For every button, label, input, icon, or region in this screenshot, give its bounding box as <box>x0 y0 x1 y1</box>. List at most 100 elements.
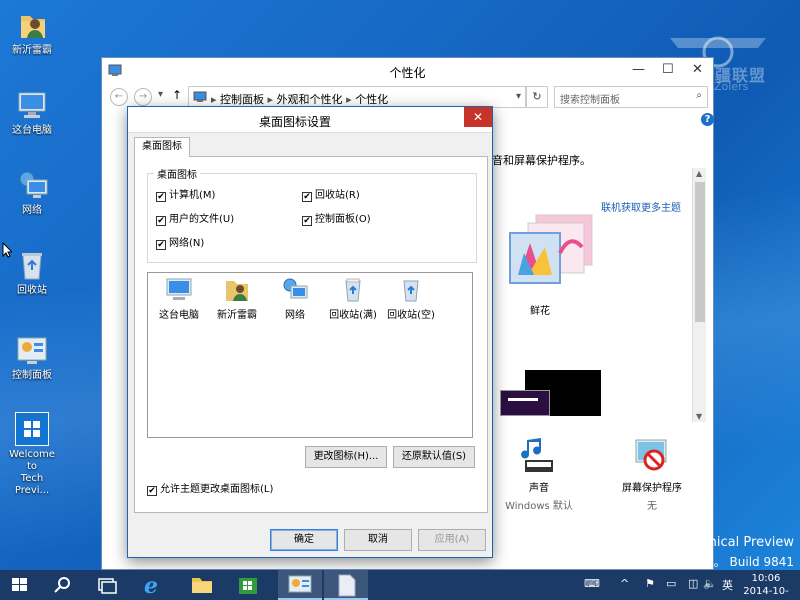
network-tray-icon[interactable]: ◫ <box>688 577 698 590</box>
change-icon-button[interactable]: 更改图标(H)... <box>305 446 387 468</box>
desktop-icon-control-panel[interactable]: 控制面板 <box>4 333 60 382</box>
theme-high-contrast[interactable] <box>490 368 610 418</box>
computer-icon <box>15 88 49 122</box>
flower-theme-thumbnail-icon <box>509 214 593 284</box>
breadcrumb: ▸ 控制面板 ▸ 外观和个性化 ▸ 个性化 <box>211 93 389 106</box>
back-arrow-icon[interactable]: ← <box>110 88 128 106</box>
desktop-icon-welcome[interactable]: Welcome to Tech Previ... <box>4 412 60 497</box>
breadcrumb-control-panel[interactable]: 控制面板 <box>220 93 264 106</box>
desktop-icon-this-pc[interactable]: 这台电脑 <box>4 88 60 137</box>
store-icon <box>239 578 257 594</box>
network-icon <box>15 168 49 202</box>
store-button[interactable] <box>228 570 268 600</box>
dialog-title-bar[interactable]: 桌面图标设置 ✕ <box>128 107 492 133</box>
scrollbar-thumb[interactable] <box>695 182 705 322</box>
tray-chevron-icon[interactable]: ^ <box>620 577 629 590</box>
checkbox-recycle-bin[interactable]: ✔ 回收站(R) <box>302 186 360 202</box>
list-item[interactable]: 回收站(满) <box>324 277 382 321</box>
minimize-icon[interactable]: — <box>632 62 645 77</box>
list-item[interactable]: 新沂雷霸 <box>208 277 266 321</box>
ok-button[interactable]: 确定 <box>270 529 338 551</box>
address-bar[interactable]: ▸ 控制面板 ▸ 外观和个性化 ▸ 个性化 ▾ <box>188 86 526 108</box>
desktop-icon-user-folder[interactable]: 新沂雷霸 <box>4 8 60 57</box>
clock-time: 10:06 <box>751 573 781 584</box>
checkbox-network[interactable]: ✔ 网络(N) <box>156 234 204 250</box>
recent-dropdown-icon[interactable]: ▾ <box>158 89 163 100</box>
taskbar: e ⌨ ^ ⚑ ▭ ◫ 🔈 英 10:06 2014-10-10 <box>0 570 800 600</box>
monitor-icon[interactable]: ▭ <box>666 577 676 590</box>
apply-button[interactable]: 应用(A) <box>418 529 486 551</box>
ie-button[interactable]: e <box>132 570 172 600</box>
clock[interactable]: 10:06 2014-10-10 <box>738 572 794 600</box>
themes-scrollbar[interactable]: ▲ ▼ <box>692 168 706 422</box>
desktop-icons-group: 桌面图标 ✔ 计算机(M) ✔ 回收站(R) ✔ 用户的文件(U) ✔ 控制面板(O) … <box>147 166 477 263</box>
checkbox-recycle-bin-box[interactable]: ✔ <box>302 192 312 202</box>
help-icon[interactable]: ? <box>701 113 714 126</box>
dialog-close-icon[interactable]: ✕ <box>464 107 492 127</box>
maximize-icon[interactable]: ☐ <box>662 62 674 77</box>
intro-text: 音和屏幕保护程序。 <box>492 154 591 167</box>
up-arrow-icon[interactable]: ↑ <box>172 88 182 102</box>
document-task-button[interactable] <box>324 570 368 600</box>
keyboard-icon[interactable]: ⌨ <box>584 577 600 590</box>
sound-setting[interactable]: 声音 Windows 默认 <box>502 436 576 512</box>
theme-label: 鲜花 <box>530 306 550 317</box>
screensaver-icon <box>635 439 667 471</box>
checkbox-control-panel-box[interactable]: ✔ <box>302 216 312 226</box>
tab-desktop-icons[interactable]: 桌面图标 <box>134 137 190 157</box>
screensaver-setting[interactable]: 屏幕保护程序 无 <box>612 436 692 512</box>
search-input[interactable]: 搜索控制面板 ⌕ <box>554 86 708 108</box>
location-icon <box>193 91 207 106</box>
clock-date: 2014-10-10 <box>743 586 789 600</box>
list-item[interactable]: 这台电脑 <box>150 277 208 321</box>
checkbox-user-files[interactable]: ✔ 用户的文件(U) <box>156 210 234 226</box>
breadcrumb-appearance[interactable]: 外观和个性化 <box>277 93 343 106</box>
close-icon[interactable]: ✕ <box>692 62 703 77</box>
checkbox-allow-theme[interactable]: ✔ 允许主题更改桌面图标(L) <box>147 480 273 496</box>
control-panel-icon <box>288 575 312 593</box>
scroll-down-icon[interactable]: ▼ <box>696 412 702 421</box>
svg-text:e: e <box>144 573 158 599</box>
theme-flowers[interactable]: 鲜花 <box>500 213 593 323</box>
recycle-bin-icon <box>15 248 49 282</box>
os-build-text: Windows Technical Preview <box>617 535 794 550</box>
screensaver-label: 屏幕保护程序 <box>622 483 682 494</box>
folder-icon <box>192 578 212 593</box>
restore-default-button[interactable]: 还原默认值(S) <box>393 446 475 468</box>
checkbox-computer[interactable]: ✔ 计算机(M) <box>156 186 215 202</box>
sound-icon <box>521 438 553 472</box>
checkbox-user-files-box[interactable]: ✔ <box>156 216 166 226</box>
task-view-icon <box>98 578 117 594</box>
search-button[interactable] <box>42 570 82 600</box>
ime-indicator[interactable]: 英 <box>722 577 733 593</box>
icon-preview-list[interactable]: 这台电脑 新沂雷霸 网络 回收站(满) 回收站(空) <box>147 272 473 438</box>
computer-icon <box>164 277 194 303</box>
title-bar[interactable]: 个性化 — ☐ ✕ <box>102 58 713 84</box>
refresh-icon[interactable]: ↻ <box>526 86 548 108</box>
cancel-button[interactable]: 取消 <box>344 529 412 551</box>
scroll-up-icon[interactable]: ▲ <box>696 169 702 178</box>
file-explorer-button[interactable] <box>182 570 222 600</box>
watermark-subtext: Zolers <box>714 80 749 93</box>
search-icon <box>54 577 70 593</box>
task-view-button[interactable] <box>86 570 126 600</box>
control-panel-task-button[interactable] <box>278 570 322 600</box>
desktop-icon-network[interactable]: 网络 <box>4 168 60 217</box>
checkbox-network-box[interactable]: ✔ <box>156 240 166 250</box>
dialog-title: 桌面图标设置 <box>258 115 331 129</box>
start-button[interactable] <box>0 570 40 600</box>
list-item[interactable]: 回收站(空) <box>382 277 440 321</box>
volume-icon[interactable]: 🔈 <box>703 577 717 590</box>
desktop-icon-recycle-bin[interactable]: 回收站 <box>4 248 60 297</box>
desktop-icon-settings-dialog: 桌面图标设置 ✕ 桌面图标 桌面图标 ✔ 计算机(M) ✔ 回收站(R) ✔ 用户的文… <box>127 106 493 558</box>
checkbox-control-panel[interactable]: ✔ 控制面板(O) <box>302 210 371 226</box>
address-dropdown-icon[interactable]: ▾ <box>516 91 521 102</box>
user-folder-icon <box>15 8 49 42</box>
forward-arrow-icon[interactable]: → <box>134 88 152 106</box>
checkbox-allow-theme-box[interactable]: ✔ <box>147 486 157 496</box>
breadcrumb-personalization[interactable]: 个性化 <box>355 93 388 106</box>
checkbox-computer-box[interactable]: ✔ <box>156 192 166 202</box>
search-placeholder: 搜索控制面板 <box>560 95 620 106</box>
flag-icon[interactable]: ⚑ <box>645 577 655 590</box>
list-item[interactable]: 网络 <box>266 277 324 321</box>
